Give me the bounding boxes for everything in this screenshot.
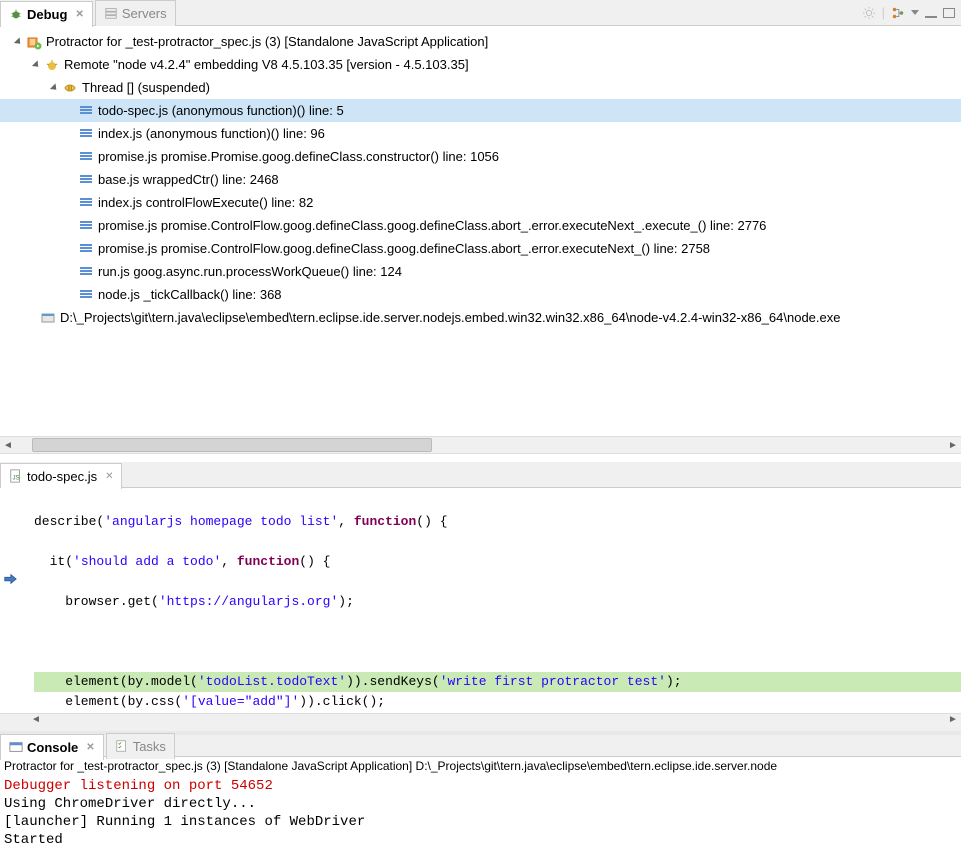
launch-label: Protractor for _test-protractor_spec.js … [46, 34, 488, 49]
twisty-icon[interactable] [12, 36, 24, 48]
svg-text:JS: JS [13, 475, 20, 482]
stack-frame[interactable]: promise.js promise.ControlFlow.goog.defi… [0, 237, 961, 260]
process-icon [40, 310, 56, 326]
stack-frame-icon [78, 287, 94, 303]
scroll-right-icon[interactable]: ► [945, 714, 961, 731]
stack-frame-label: promise.js promise.Promise.goog.defineCl… [98, 149, 499, 164]
scroll-left-icon[interactable]: ◄ [0, 440, 16, 451]
tab-console[interactable]: Console ✕ [0, 734, 104, 760]
stack-frame-icon [78, 103, 94, 119]
editor-tabbar: JS todo-spec.js ✕ [0, 462, 961, 488]
scroll-thumb[interactable] [32, 438, 432, 452]
bug-icon [9, 7, 23, 21]
js-file-icon: JS [9, 469, 23, 483]
stack-frame[interactable]: node.js _tickCallback() line: 368 [0, 283, 961, 306]
console-line: Using ChromeDriver directly... [4, 795, 957, 813]
console-line: [launcher] Running 1 instances of WebDri… [4, 813, 957, 831]
instruction-pointer-icon [3, 572, 17, 586]
twisty-icon[interactable] [30, 59, 42, 71]
view-toolbar: | [862, 5, 961, 20]
current-line: element(by.model('todoList.todoText')).s… [34, 672, 961, 692]
stack-frame-label: promise.js promise.ControlFlow.goog.defi… [98, 241, 710, 256]
stack-frame[interactable]: index.js controlFlowExecute() line: 82 [0, 191, 961, 214]
debug-target-node[interactable]: Remote "node v4.2.4" embedding V8 4.5.10… [0, 53, 961, 76]
tab-debug-label: Debug [27, 7, 67, 22]
close-icon[interactable]: ✕ [86, 742, 94, 753]
stack-frame-icon [78, 126, 94, 142]
console-output[interactable]: Debugger listening on port 54652 Using C… [0, 775, 961, 851]
editor-gutter[interactable] [0, 488, 28, 713]
stack-frame-label: base.js wrappedCtr() line: 2468 [98, 172, 279, 187]
console-tabbar: Console ✕ Tasks [0, 731, 961, 757]
debug-tree[interactable]: Protractor for _test-protractor_spec.js … [0, 26, 961, 436]
tab-servers[interactable]: Servers [95, 0, 176, 26]
code-editor[interactable]: describe('angularjs homepage todo list',… [0, 488, 961, 713]
stack-frame[interactable]: promise.js promise.Promise.goog.defineCl… [0, 145, 961, 168]
stack-frame-label: node.js _tickCallback() line: 368 [98, 287, 282, 302]
debug-target-icon [44, 57, 60, 73]
stack-frame-icon [78, 218, 94, 234]
stack-frame-label: run.js goog.async.run.processWorkQueue()… [98, 264, 402, 279]
tree-icon[interactable] [891, 6, 905, 20]
tab-tasks[interactable]: Tasks [106, 733, 175, 759]
debug-hscroll[interactable]: ◄ ► [0, 436, 961, 454]
stack-frame[interactable]: run.js goog.async.run.processWorkQueue()… [0, 260, 961, 283]
launch-icon [26, 34, 42, 50]
view-menu-icon[interactable] [911, 10, 919, 15]
launch-node[interactable]: Protractor for _test-protractor_spec.js … [0, 30, 961, 53]
editor-tab-label: todo-spec.js [27, 469, 97, 484]
thread-node[interactable]: Thread [] (suspended) [0, 76, 961, 99]
stack-frame-label: promise.js promise.ControlFlow.goog.defi… [98, 218, 766, 233]
stack-frame-label: index.js controlFlowExecute() line: 82 [98, 195, 313, 210]
stack-frame[interactable]: base.js wrappedCtr() line: 2468 [0, 168, 961, 191]
stack-frame[interactable]: todo-spec.js (anonymous function)() line… [0, 99, 961, 122]
code-body[interactable]: describe('angularjs homepage todo list',… [0, 488, 961, 713]
stack-frame[interactable]: index.js (anonymous function)() line: 96 [0, 122, 961, 145]
tab-todo-spec[interactable]: JS todo-spec.js ✕ [0, 463, 122, 489]
gear-icon[interactable] [862, 6, 876, 20]
close-icon[interactable]: ✕ [105, 471, 113, 482]
thread-label: Thread [] (suspended) [82, 80, 210, 95]
separator: | [882, 5, 885, 20]
stack-frame-icon [78, 264, 94, 280]
editor-hscroll[interactable]: ◄ ► [0, 713, 961, 731]
tab-debug[interactable]: Debug ✕ [0, 1, 93, 27]
console-icon [9, 740, 23, 754]
close-icon[interactable]: ✕ [75, 9, 83, 20]
tab-servers-label: Servers [122, 6, 167, 21]
debug-target-label: Remote "node v4.2.4" embedding V8 4.5.10… [64, 57, 469, 72]
stack-frame[interactable]: promise.js promise.ControlFlow.goog.defi… [0, 214, 961, 237]
stack-frame-icon [78, 149, 94, 165]
twisty-icon[interactable] [48, 82, 60, 94]
thread-icon [62, 80, 78, 96]
stack-frame-icon [78, 195, 94, 211]
minimize-icon[interactable] [925, 8, 937, 18]
console-line: Debugger listening on port 54652 [4, 777, 957, 795]
debug-view-tabbar: Debug ✕ Servers | [0, 0, 961, 26]
console-process-label: Protractor for _test-protractor_spec.js … [0, 757, 961, 775]
console-line: Started [4, 831, 957, 849]
tasks-tab-label: Tasks [133, 739, 166, 754]
process-node[interactable]: D:\_Projects\git\tern.java\eclipse\embed… [0, 306, 961, 329]
stack-frame-label: index.js (anonymous function)() line: 96 [98, 126, 325, 141]
maximize-icon[interactable] [943, 8, 955, 18]
scroll-left-icon[interactable]: ◄ [28, 714, 44, 731]
process-label: D:\_Projects\git\tern.java\eclipse\embed… [60, 310, 840, 325]
tasks-icon [115, 739, 129, 753]
scroll-right-icon[interactable]: ► [945, 440, 961, 451]
stack-frame-icon [78, 172, 94, 188]
console-tab-label: Console [27, 740, 78, 755]
servers-icon [104, 6, 118, 20]
stack-frame-icon [78, 241, 94, 257]
stack-frame-label: todo-spec.js (anonymous function)() line… [98, 103, 344, 118]
